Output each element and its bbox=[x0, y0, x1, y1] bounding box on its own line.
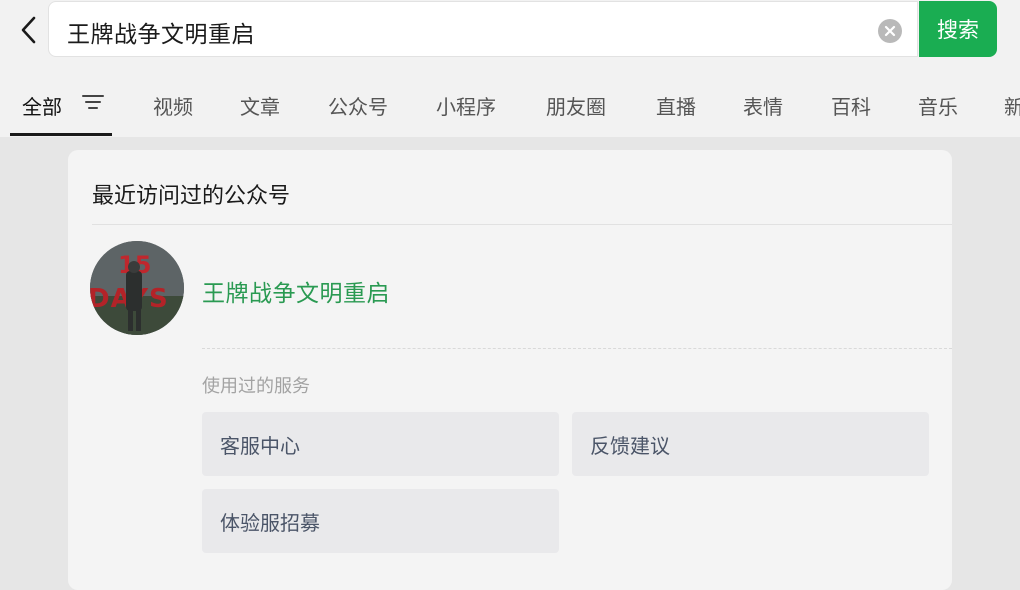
tab-news[interactable]: 新 bbox=[1004, 91, 1020, 120]
tab-bar: 全部 视频 文章 公众号 小程序 朋友圈 直播 表情 百科 音乐 新 bbox=[0, 78, 1020, 136]
tab-moments[interactable]: 朋友圈 bbox=[546, 91, 606, 120]
chevron-left-icon bbox=[21, 16, 36, 44]
tab-encyclopedia[interactable]: 百科 bbox=[831, 91, 871, 120]
tab-mini-programs[interactable]: 小程序 bbox=[436, 91, 496, 120]
service-customer-center[interactable]: 客服中心 bbox=[202, 412, 559, 476]
section-title: 最近访问过的公众号 bbox=[92, 184, 291, 209]
service-beta-recruitment[interactable]: 体验服招募 bbox=[202, 489, 559, 553]
services-label: 使用过的服务 bbox=[202, 376, 310, 397]
recent-accounts-card: 最近访问过的公众号 15 DAYS 王牌战争文明重启 使用过的服务 客服中心 反… bbox=[68, 150, 952, 590]
tab-official-accounts[interactable]: 公众号 bbox=[328, 91, 388, 120]
dashed-divider bbox=[202, 348, 952, 349]
search-box[interactable]: 王牌战争文明重启 bbox=[48, 1, 918, 57]
close-icon bbox=[884, 25, 896, 37]
search-button[interactable]: 搜索 bbox=[919, 1, 997, 57]
account-name[interactable]: 王牌战争文明重启 bbox=[202, 274, 390, 308]
clear-button[interactable] bbox=[878, 19, 902, 43]
tab-all[interactable]: 全部 bbox=[22, 91, 62, 120]
filter-icon[interactable] bbox=[82, 93, 104, 111]
back-button[interactable] bbox=[14, 14, 42, 46]
tab-stickers[interactable]: 表情 bbox=[743, 91, 783, 120]
tab-video[interactable]: 视频 bbox=[153, 91, 193, 120]
tab-music[interactable]: 音乐 bbox=[918, 91, 958, 120]
avatar[interactable]: 15 DAYS bbox=[90, 241, 184, 335]
service-feedback[interactable]: 反馈建议 bbox=[572, 412, 929, 476]
tab-articles[interactable]: 文章 bbox=[240, 91, 280, 120]
divider bbox=[92, 224, 952, 225]
account-avatar-image: 15 DAYS bbox=[90, 241, 184, 335]
top-bar: 王牌战争文明重启 搜索 全部 视频 文章 公众号 小程序 朋友圈 直播 表情 百… bbox=[0, 0, 1020, 137]
active-tab-indicator bbox=[10, 133, 112, 136]
tab-live[interactable]: 直播 bbox=[656, 91, 696, 120]
search-input[interactable]: 王牌战争文明重启 bbox=[67, 15, 255, 49]
